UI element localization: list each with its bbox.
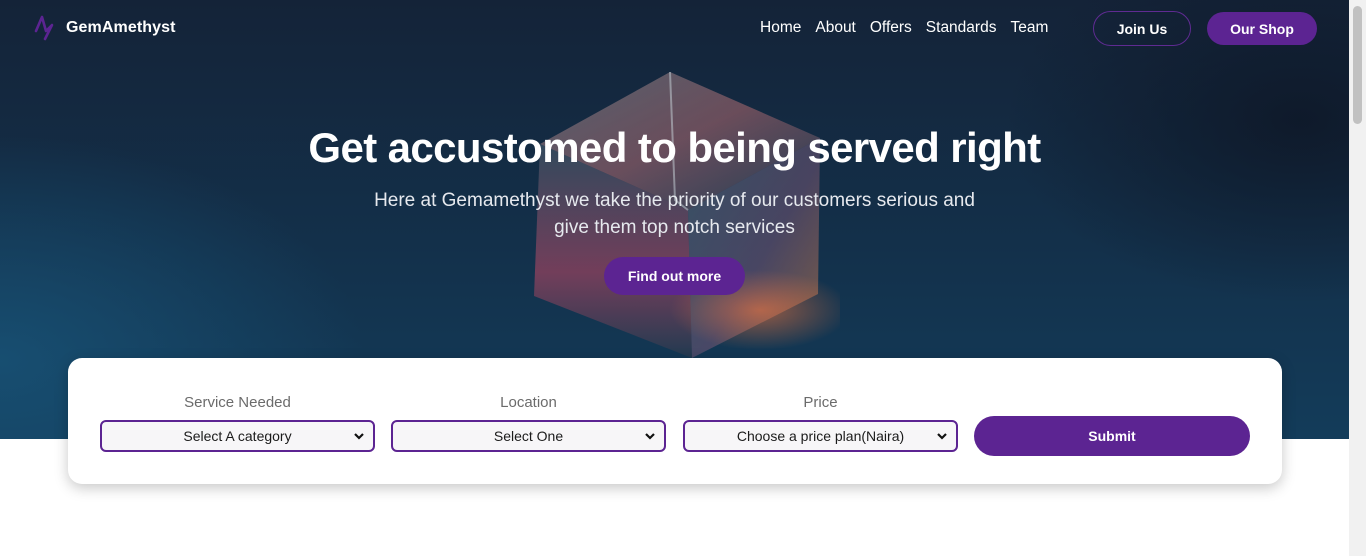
nav-link-home[interactable]: Home [760,19,801,37]
nav-link-offers[interactable]: Offers [870,19,912,37]
bolt-logo-icon [34,15,54,41]
scrollbar-thumb[interactable] [1353,6,1362,124]
location-select[interactable]: Select One [391,420,666,452]
nav-link-about[interactable]: About [815,19,856,37]
chevron-down-icon [645,433,655,440]
page-scrollbar[interactable] [1349,0,1366,556]
location-label: Location [500,394,557,411]
location-select-value: Select One [493,428,564,444]
nav-link-standards[interactable]: Standards [926,19,997,37]
submit-button[interactable]: Submit [974,416,1250,456]
join-us-button[interactable]: Join Us [1093,11,1191,46]
price-select[interactable]: Choose a price plan(Naira) [683,420,958,452]
our-shop-button[interactable]: Our Shop [1207,12,1317,45]
nav-link-team[interactable]: Team [1010,19,1048,37]
brand-logo[interactable]: GemAmethyst [34,15,176,41]
chevron-down-icon [354,433,364,440]
find-out-more-button[interactable]: Find out more [604,257,745,295]
hero-subline: Here at Gemamethyst we take the priority… [374,190,975,238]
service-select[interactable]: Select A category [100,420,375,452]
main-nav: Home About Offers Standards Team [760,19,1048,37]
brand-name: GemAmethyst [66,19,176,36]
price-select-value: Choose a price plan(Naira) [736,428,905,444]
service-label: Service Needed [184,394,291,411]
service-select-value: Select A category [183,428,292,444]
hero-headline: Get accustomed to being served right [308,124,1041,171]
price-label: Price [803,394,838,411]
search-form-card: Service Needed Select A category Locatio… [68,358,1282,484]
chevron-down-icon [937,433,947,440]
